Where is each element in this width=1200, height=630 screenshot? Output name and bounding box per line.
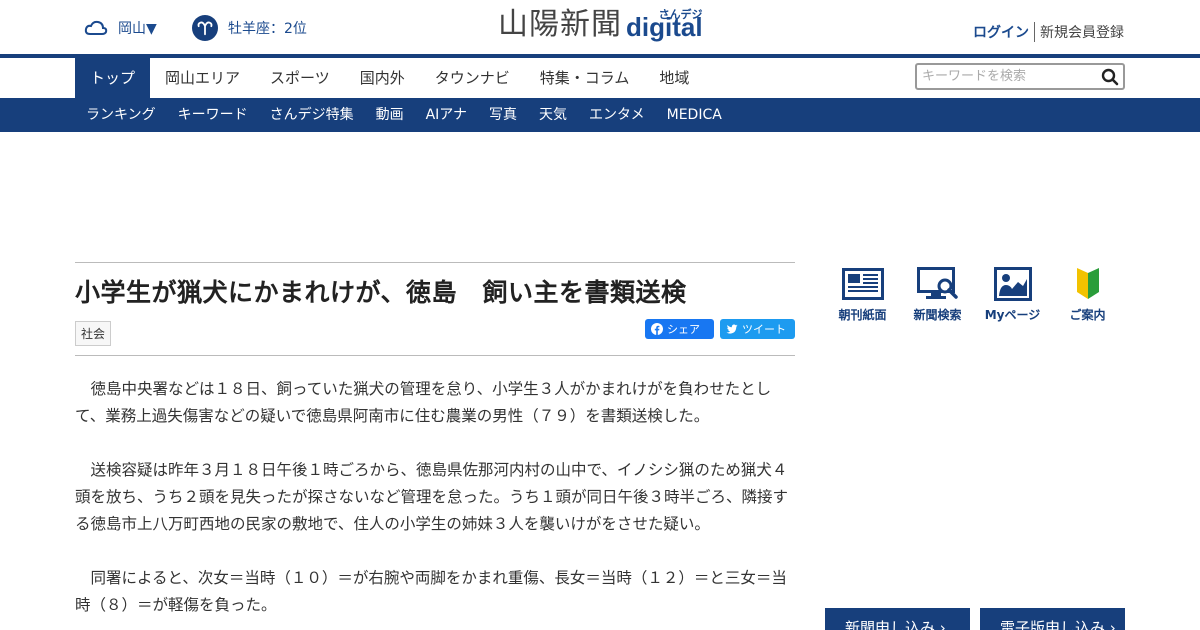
nav-item-region[interactable]: 地域 [644, 58, 704, 98]
shortcut-label: ご案内 [1069, 308, 1106, 322]
sub-nav-medica[interactable]: MEDICA [656, 98, 733, 132]
weather-widget[interactable]: 岡山▼ [84, 18, 157, 38]
sub-nav-ai-announcer[interactable]: AIアナ [415, 98, 478, 132]
article-meta-divider [75, 355, 795, 356]
share-buttons: シェア ツイート [645, 319, 795, 339]
login-link[interactable]: ログイン [973, 22, 1035, 42]
twitter-share-button[interactable]: ツイート [720, 319, 795, 339]
shortcut-newspaper-search[interactable]: 新聞検索 [900, 266, 975, 323]
monitor-search-icon [916, 267, 958, 299]
aries-icon [192, 15, 218, 41]
article-body: 徳島中央署などは１８日、飼っていた猟犬の管理を怠り、小学生３人がかまれけがを負わ… [75, 376, 795, 619]
sidebar-shortcuts: 朝刊紙面 新聞検索 Myページ ご案内 [825, 266, 1125, 323]
sub-nav-photos[interactable]: 写真 [478, 98, 528, 132]
article-paragraph: 送検容疑は昨年３月１８日午後１時ごろから、徳島県佐那河内村の山中で、イノシシ猟の… [75, 461, 789, 533]
search-box [915, 63, 1125, 90]
nav-item-domestic-international[interactable]: 国内外 [345, 58, 420, 98]
newspaper-subscribe-button[interactable]: 新聞申し込み › [825, 608, 970, 630]
horoscope-text[interactable]: 牡羊座：2位 [228, 18, 307, 38]
sub-nav-weather[interactable]: 天気 [528, 98, 578, 132]
logo-kanji: 山陽新聞 [498, 7, 622, 42]
nav-item-features-columns[interactable]: 特集・コラム [525, 58, 645, 98]
auth-links: ログイン 新規会員登録 [973, 22, 1124, 42]
logo-digital: さんデジ digital [626, 8, 703, 42]
sub-nav-sandeji-features[interactable]: さんデジ特集 [259, 98, 365, 132]
top-bar: 岡山▼ 牡羊座：2位 山陽新聞 さんデジ digital ログイン 新規会員登録 [0, 0, 1200, 55]
cloud-icon [84, 20, 108, 35]
person-chart-icon [993, 267, 1032, 301]
sub-nav: ランキング キーワード さんデジ特集 動画 AIアナ 写真 天気 エンタメ ME… [0, 98, 1200, 132]
search-icon[interactable] [1101, 68, 1119, 86]
newspaper-icon [841, 268, 884, 300]
weather-location[interactable]: 岡山▼ [118, 18, 157, 38]
shortcut-guide[interactable]: ご案内 [1050, 266, 1125, 323]
nav-item-top[interactable]: トップ [75, 58, 151, 98]
facebook-icon [651, 323, 663, 335]
logo-sande: さんデジ [658, 9, 703, 21]
category-tag[interactable]: 社会 [75, 321, 112, 346]
shortcut-morning-paper[interactable]: 朝刊紙面 [825, 266, 900, 323]
article-meta: 社会 シェア ツイート [75, 319, 795, 355]
article-paragraph: 徳島中央署などは１８日、飼っていた猟犬の管理を怠り、小学生３人がかまれけがを負わ… [75, 380, 772, 425]
article-paragraph: 同署によると、次女＝当時（１０）＝が右腕や両脚をかまれ重傷、長女＝当時（１２）＝… [75, 569, 787, 614]
subscription-buttons: 新聞申し込み › 電子版申し込み › [825, 608, 1125, 630]
shortcut-label: 朝刊紙面 [838, 308, 887, 322]
twitter-bird-icon [726, 324, 738, 334]
twitter-share-label: ツイート [742, 323, 786, 336]
sub-nav-entertainment[interactable]: エンタメ [578, 98, 656, 132]
horoscope-widget[interactable]: 牡羊座：2位 [192, 15, 307, 41]
nav-item-okayama-area[interactable]: 岡山エリア [150, 58, 255, 98]
article-title: 小学生が猟犬にかまれけが、徳島 飼い主を書類送検 [75, 278, 687, 307]
search-input[interactable] [917, 65, 1093, 88]
article: 小学生が猟犬にかまれけが、徳島 飼い主を書類送検 社会 シェア ツイート 徳島中… [75, 262, 795, 630]
main-nav: トップ 岡山エリア スポーツ 国内外 タウンナビ 特集・コラム 地域 [75, 58, 704, 98]
article-top-divider [75, 262, 795, 263]
facebook-share-label: シェア [667, 323, 700, 336]
sub-nav-video[interactable]: 動画 [365, 98, 415, 132]
nav-item-town-navi[interactable]: タウンナビ [420, 58, 525, 98]
shortcut-label: 新聞検索 [913, 308, 962, 322]
sub-nav-keyword[interactable]: キーワード [167, 98, 259, 132]
nav-item-sports[interactable]: スポーツ [255, 58, 345, 98]
digital-subscribe-button[interactable]: 電子版申し込み › [980, 608, 1125, 630]
sub-nav-ranking[interactable]: ランキング [75, 98, 167, 132]
beginner-mark-icon [1076, 268, 1099, 299]
site-logo[interactable]: 山陽新聞 さんデジ digital [498, 7, 703, 43]
shortcut-my-page[interactable]: Myページ [975, 266, 1050, 323]
shortcut-label: Myページ [984, 308, 1041, 322]
register-link[interactable]: 新規会員登録 [1035, 22, 1124, 42]
facebook-share-button[interactable]: シェア [645, 319, 714, 339]
